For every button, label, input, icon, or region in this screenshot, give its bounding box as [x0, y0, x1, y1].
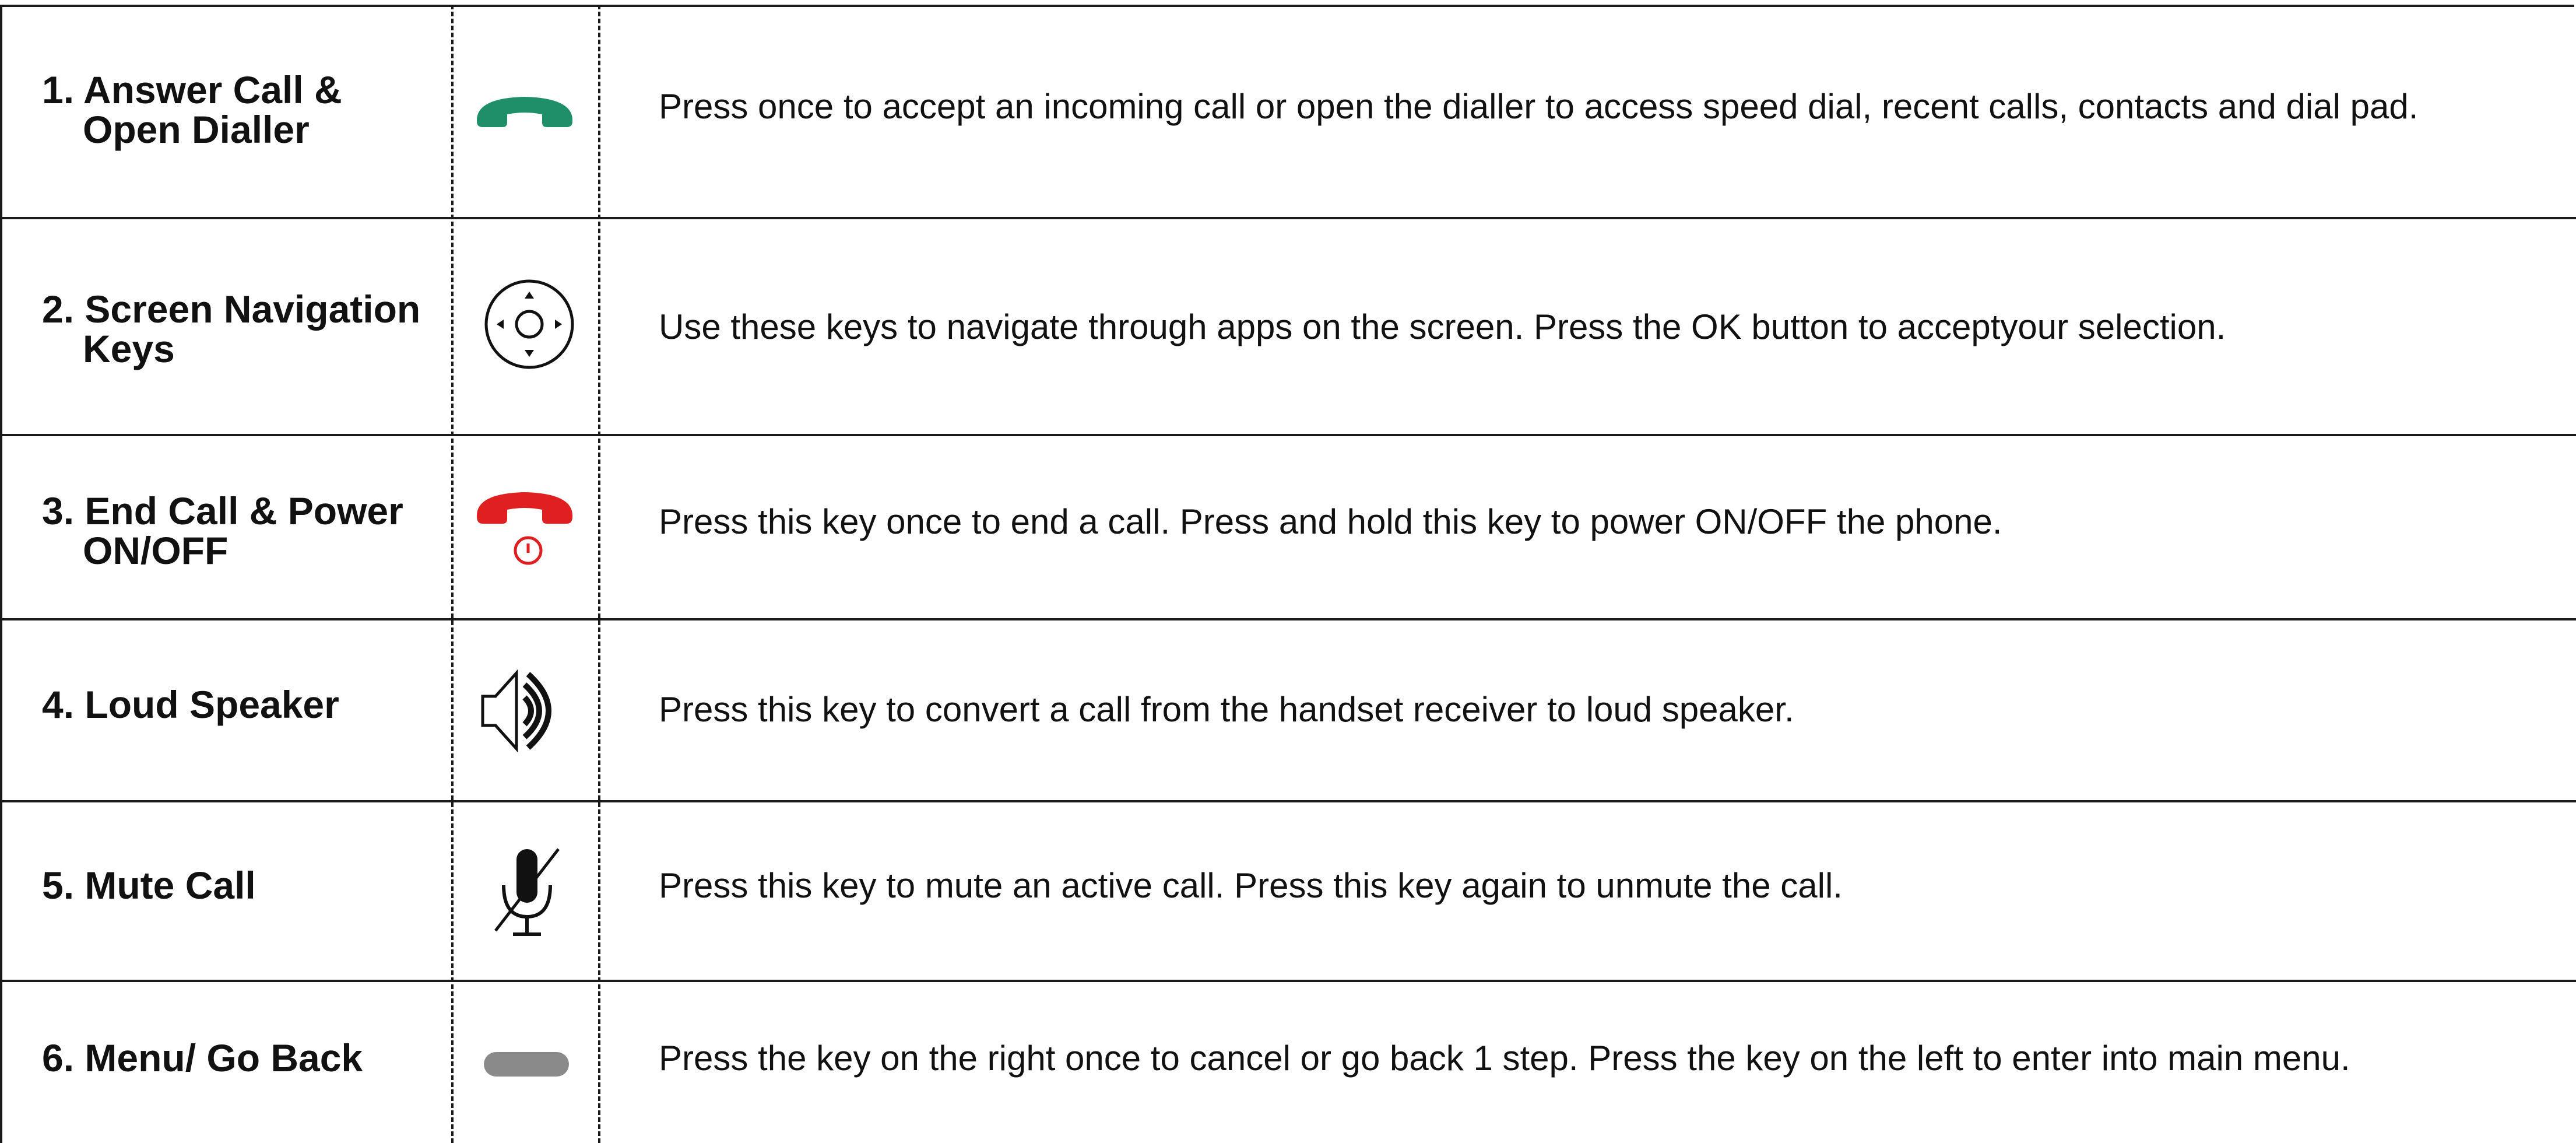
phone-keys-table: 1. Answer Call & Open Dialler Press once…: [0, 0, 2576, 1143]
column-divider-left: [451, 5, 454, 1143]
phone-end-power-icon: [466, 488, 583, 569]
row-title-line2: ON/OFF: [83, 529, 229, 572]
row-title: 4. Loud Speaker: [42, 685, 339, 724]
column-divider-right: [598, 5, 600, 1143]
row-title-line1: 3. End Call & Power: [42, 489, 403, 532]
row-description: Press the key on the right once to cance…: [659, 1039, 2350, 1078]
row-title-line1: 1. Answer Call &: [42, 68, 342, 111]
row-title-line1: 4. Loud Speaker: [42, 683, 339, 726]
row-title-line2: Keys: [83, 327, 175, 370]
row-title: 3. End Call & Power ON/OFF: [42, 491, 403, 570]
row-description: Use these keys to navigate through apps …: [659, 307, 2226, 346]
navigation-keys-icon: [466, 272, 583, 377]
phone-answer-icon: [466, 86, 583, 133]
soft-key-icon: [466, 1046, 583, 1081]
row-title: 5. Mute Call: [42, 865, 256, 905]
row-title-line2: Open Dialler: [83, 108, 310, 151]
row-title: 6. Menu/ Go Back: [42, 1038, 363, 1078]
row-title-line1: 6. Menu/ Go Back: [42, 1036, 363, 1079]
row-description: Press this key to mute an active call. P…: [659, 866, 1843, 905]
row-title-line1: 5. Mute Call: [42, 864, 256, 907]
row-title: 1. Answer Call & Open Dialler: [42, 70, 342, 149]
row-title: 2. Screen Navigation Keys: [42, 289, 420, 369]
row-description: Press this key to convert a call from th…: [659, 690, 1794, 729]
mute-microphone-icon: [466, 843, 583, 942]
row-description: Press once to accept an incoming call or…: [659, 87, 2419, 126]
table-row: 4. Loud Speaker Press this key to conver…: [0, 620, 2576, 802]
table-row: 2. Screen Navigation Keys Use these keys…: [0, 219, 2576, 436]
table-row: 3. End Call & Power ON/OFF Press this ke…: [0, 436, 2576, 620]
row-title-line1: 2. Screen Navigation: [42, 287, 421, 331]
table-row: 1. Answer Call & Open Dialler Press once…: [0, 5, 2576, 219]
table-row: 6. Menu/ Go Back Press the key on the ri…: [0, 982, 2576, 1143]
speaker-icon: [466, 661, 583, 760]
table-row: 5. Mute Call Press this key to mute an a…: [0, 802, 2576, 982]
row-description: Press this key once to end a call. Press…: [659, 502, 2002, 541]
